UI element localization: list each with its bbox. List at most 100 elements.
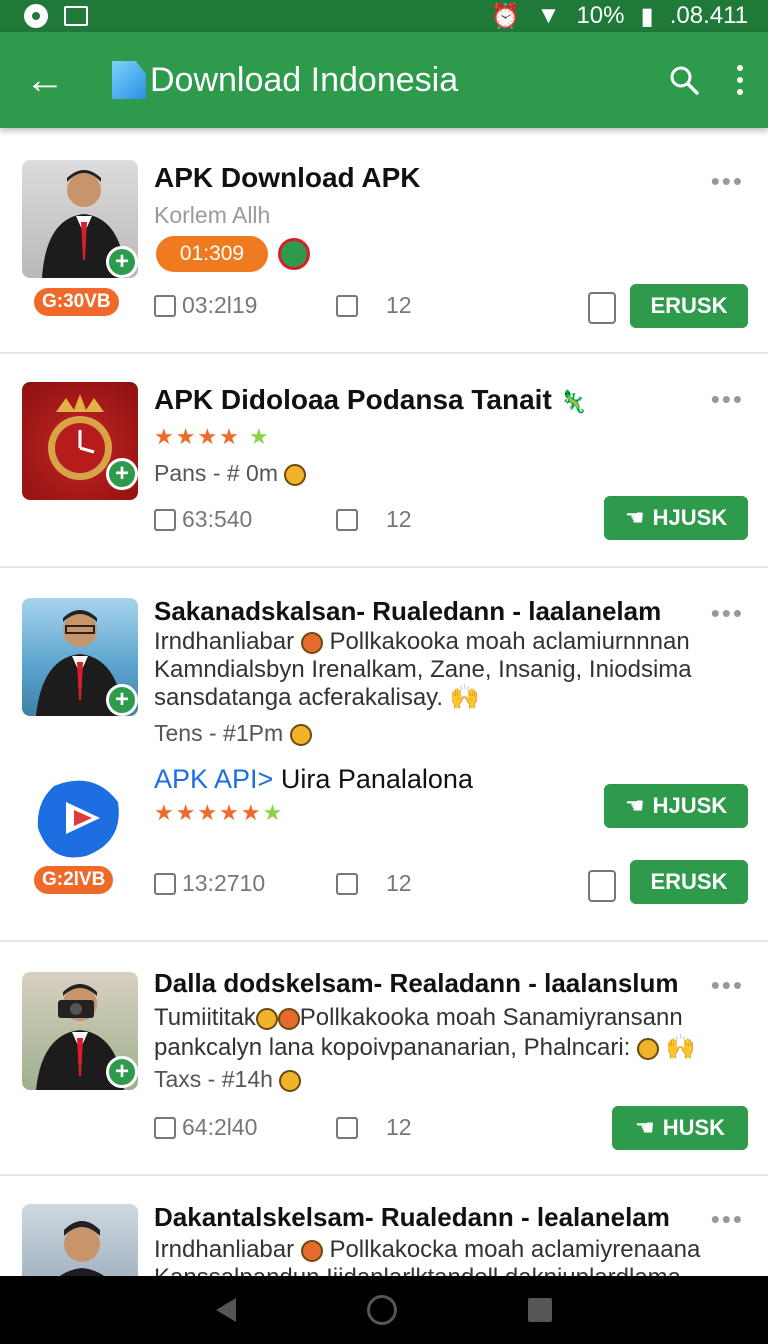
emoji-icon [255, 1007, 278, 1030]
app-meta-text: Pans - # 0m [154, 460, 278, 486]
likes-stat: 64:2l40 [154, 1114, 257, 1141]
image-notification-icon [64, 6, 88, 26]
download-button[interactable]: ERUSK [630, 860, 748, 904]
thumb-up-icon [336, 508, 358, 531]
app-title[interactable]: Dakantalskelsam- Rualedann - lealanelam [154, 1202, 670, 1233]
app-description: Tumiititak Pollkakooka moah Sanamiyransan… [154, 1004, 683, 1032]
more-options-icon[interactable]: ••• [711, 1204, 744, 1235]
likes-count: 03:2l19 [182, 292, 258, 318]
emoji-icon [300, 631, 323, 654]
install-button[interactable]: ☚ HJUSK [604, 496, 748, 540]
system-nav-bar [0, 1276, 768, 1344]
likes-count: 63:540 [182, 506, 253, 532]
app-title-text: APK Didoloaa Podansa Tanait [154, 384, 552, 415]
list-item[interactable]: + Dalla dodskelsam- Realadann - laalansl… [0, 942, 768, 1176]
likes-count: 13:2710 [182, 870, 266, 896]
overflow-menu-button[interactable] [712, 32, 768, 128]
thumb-up-icon [154, 872, 176, 895]
app-bar: ← Download Indonesia [0, 32, 768, 128]
install-badge-icon: + [106, 458, 138, 490]
alarm-icon: ⏰ [490, 2, 521, 30]
emoji-icon [277, 1007, 300, 1030]
desc-text: Pollkakocka moah aclamiyrenaana [329, 1236, 701, 1263]
kebab-icon [737, 65, 743, 95]
app-thumbnail [22, 1204, 138, 1276]
emoji-icon [289, 723, 312, 746]
emoji-icon [637, 1037, 659, 1060]
app-title[interactable]: APK Didoloaa Podansa Tanait 🦎 [154, 384, 587, 416]
app-title[interactable]: APK Download APK [154, 162, 421, 194]
desc-text: Irndhanliabar [154, 1236, 295, 1263]
app-meta: Taxs - #14h [154, 1066, 302, 1093]
comments-count: 12 [386, 870, 412, 896]
back-button[interactable]: ← [0, 32, 90, 128]
battery-level: 10% [576, 2, 625, 29]
app-description: Irndhanliabar Pollkakooka moah aclamiurn… [154, 628, 690, 656]
install-badge-icon: + [106, 684, 138, 716]
comments-stat: 12 [336, 870, 412, 897]
emoji-icon [279, 1069, 302, 1092]
likes-stat: 13:2710 [154, 870, 265, 897]
app-title[interactable]: Sakanadskalsan- Rualedann - laalanelam [154, 596, 661, 627]
install-button-label: HJUSK [652, 793, 728, 818]
nav-home-icon[interactable] [366, 1295, 397, 1325]
nav-back-icon[interactable] [215, 1298, 236, 1322]
list-item[interactable]: + APK Didoloaa Podansa Tanait 🦎 ★★★★ ★ P… [0, 354, 768, 568]
list-item[interactable]: + G:30VB APK Download APK Korlem Allh 01… [0, 128, 768, 354]
app-title-prefix: APK API> [154, 764, 274, 794]
comments-count: 12 [386, 1114, 412, 1140]
install-button-label: HUSK [662, 1115, 726, 1140]
thumb-up-icon [336, 1116, 358, 1139]
more-options-icon[interactable]: ••• [711, 598, 744, 629]
hand-icon: ☚ [624, 793, 645, 818]
thumb-up-icon [336, 872, 358, 895]
likes-stat: 03:2l19 [154, 292, 257, 319]
size-badge: G:30VB [34, 288, 119, 316]
app-developer: Korlem Allh [154, 202, 271, 228]
more-options-icon[interactable]: ••• [711, 970, 744, 1001]
emoji-icon [284, 463, 307, 486]
install-badge-icon: + [106, 1056, 138, 1088]
app-logo-icon [112, 61, 146, 99]
install-button-label: HJUSK [652, 505, 728, 530]
app-title[interactable]: APK API> Uira Panalalona [154, 764, 473, 795]
comments-count: 12 [386, 292, 412, 318]
notification-icon [24, 4, 48, 28]
search-button[interactable] [656, 32, 712, 128]
search-icon [670, 66, 699, 95]
hands-emoji-icon: 🙌 [449, 684, 480, 711]
list-item[interactable]: + Sakanadskalsan- Rualedann - laalanelam… [0, 568, 768, 942]
install-button[interactable]: ☚ HJUSK [604, 784, 748, 828]
nav-recents-icon[interactable] [528, 1298, 553, 1322]
desc-text: sansdatanga acferakalisay. [154, 684, 444, 711]
more-options-icon[interactable]: ••• [711, 384, 744, 415]
wifi-icon: ▼ [536, 2, 561, 29]
arrow-left-icon: ← [25, 57, 65, 102]
battery-icon: ▮ [640, 2, 654, 30]
desc-text: Tumiititak [154, 1004, 256, 1031]
bag-icon[interactable] [588, 870, 616, 902]
app-description-line: Kanssalpandun Ijidanlarlktandoll dakniup… [154, 1264, 681, 1276]
download-button[interactable]: ERUSK [630, 284, 748, 328]
app-description-line: Kamndialsbyn Irenalkam, Zane, Insanig, I… [154, 656, 692, 683]
app-title-text: Uira Panalalona [273, 764, 473, 794]
list-item[interactable]: Dakantalskelsam- Rualedann - lealanelam … [0, 1176, 768, 1276]
install-button[interactable]: ☚ HUSK [612, 1106, 748, 1150]
award-icon [278, 238, 310, 270]
comments-count: 12 [386, 506, 412, 532]
thumb-up-icon [154, 294, 176, 317]
bag-icon[interactable] [588, 292, 616, 324]
app-meta-text: Tens - #1Pm [154, 720, 284, 746]
likes-stat: 63:540 [154, 506, 252, 533]
status-bar: ⏰ ▼ 10% ▮ .08.411 [0, 0, 768, 32]
desc-text: Pollkakooka moah Sanamiyransann [299, 1004, 683, 1031]
install-badge-icon: + [106, 246, 138, 278]
app-title: Download Indonesia [150, 60, 459, 99]
comments-stat: 12 [336, 506, 412, 533]
app-title[interactable]: Dalla dodskelsam- Realadann - laalanslum [154, 968, 679, 999]
app-description-line: pankcalyn lana kopoivpananarian, Phalnca… [154, 1034, 696, 1062]
app-meta: Tens - #1Pm [154, 720, 312, 747]
rating-stars: ★★★★ ★ [154, 424, 271, 449]
more-options-icon[interactable]: ••• [711, 166, 744, 197]
likes-count: 64:2l40 [182, 1114, 258, 1140]
